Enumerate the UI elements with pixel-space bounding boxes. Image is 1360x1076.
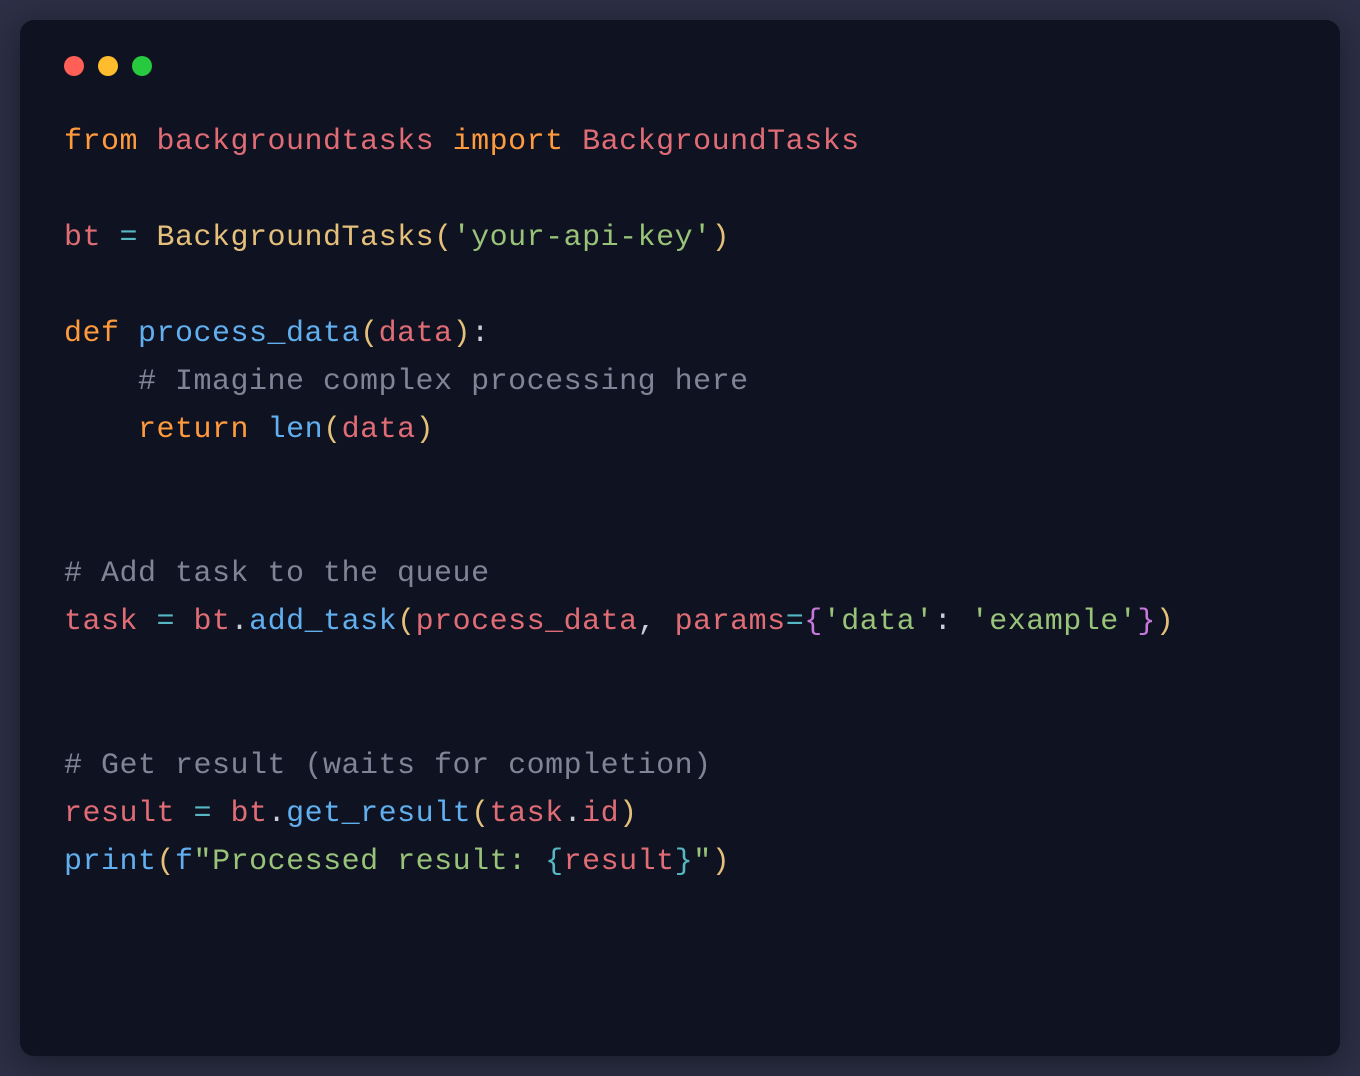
indent: [64, 413, 138, 447]
param-data: data: [379, 317, 453, 351]
module-name: backgroundtasks: [157, 125, 435, 159]
var-bt: bt: [64, 221, 101, 255]
method-get-result: get_result: [286, 797, 471, 831]
lparen: (: [471, 797, 490, 831]
dict-key: 'data': [823, 605, 934, 639]
attr-id: id: [582, 797, 619, 831]
obj-bt: bt: [231, 797, 268, 831]
keyword-import: import: [453, 125, 564, 159]
arg-data: data: [342, 413, 416, 447]
lbrace: {: [804, 605, 823, 639]
lparen: (: [360, 317, 379, 351]
rparen: ): [712, 221, 731, 255]
rparen: ): [619, 797, 638, 831]
dot: .: [564, 797, 583, 831]
line-10: # Add task to the queue: [64, 557, 490, 591]
class-call: BackgroundTasks: [157, 221, 435, 255]
line-11: task = bt.add_task(process_data, params=…: [64, 605, 1174, 639]
comment-add-task: # Add task to the queue: [64, 557, 490, 591]
rparen: ): [1156, 605, 1175, 639]
minimize-icon[interactable]: [98, 56, 118, 76]
fstring-text: Processed result:: [212, 845, 545, 879]
function-name: process_data: [138, 317, 360, 351]
assign-op: =: [138, 605, 194, 639]
arg-task: task: [490, 797, 564, 831]
keyword-return: return: [138, 413, 249, 447]
arg-process-data: process_data: [416, 605, 638, 639]
string-api-key: 'your-api-key': [453, 221, 712, 255]
line-14: # Get result (waits for completion): [64, 749, 712, 783]
dot: .: [268, 797, 287, 831]
lparen: (: [323, 413, 342, 447]
var-result: result: [64, 797, 175, 831]
lparen: (: [397, 605, 416, 639]
rparen: ): [416, 413, 435, 447]
builtin-len: len: [268, 413, 324, 447]
lparen: (: [434, 221, 453, 255]
fstring-lbrace: {: [545, 845, 564, 879]
line-7: return len(data): [64, 413, 434, 447]
lparen: (: [157, 845, 176, 879]
eq-op: =: [786, 605, 805, 639]
line-6: # Imagine complex processing here: [64, 365, 749, 399]
assign-op: =: [101, 221, 157, 255]
quote-close: ": [693, 845, 712, 879]
colon: :: [934, 605, 971, 639]
fstring-var: result: [564, 845, 675, 879]
rbrace: }: [1137, 605, 1156, 639]
assign-op: =: [175, 797, 231, 831]
comment-get-result: # Get result (waits for completion): [64, 749, 712, 783]
line-5: def process_data(data):: [64, 317, 490, 351]
code-window: from backgroundtasks import BackgroundTa…: [20, 20, 1340, 1056]
keyword-def: def: [64, 317, 120, 351]
line-3: bt = BackgroundTasks('your-api-key'): [64, 221, 730, 255]
colon: :: [471, 317, 490, 351]
var-task: task: [64, 605, 138, 639]
quote-open: ": [194, 845, 213, 879]
builtin-print: print: [64, 845, 157, 879]
indent: [64, 365, 138, 399]
method-add-task: add_task: [249, 605, 397, 639]
line-1: from backgroundtasks import BackgroundTa…: [64, 125, 860, 159]
kwarg-params: params: [675, 605, 786, 639]
maximize-icon[interactable]: [132, 56, 152, 76]
close-icon[interactable]: [64, 56, 84, 76]
line-16: print(f"Processed result: {result}"): [64, 845, 730, 879]
imported-class: BackgroundTasks: [582, 125, 860, 159]
code-block: from backgroundtasks import BackgroundTa…: [64, 118, 1296, 886]
window-controls: [64, 56, 1296, 76]
comment-processing: # Imagine complex processing here: [138, 365, 749, 399]
rparen: ): [712, 845, 731, 879]
f-prefix: f: [175, 845, 194, 879]
rparen: ): [453, 317, 472, 351]
obj-bt: bt: [194, 605, 231, 639]
fstring-rbrace: }: [675, 845, 694, 879]
comma: ,: [638, 605, 675, 639]
dict-val: 'example': [971, 605, 1138, 639]
keyword-from: from: [64, 125, 138, 159]
line-15: result = bt.get_result(task.id): [64, 797, 638, 831]
dot: .: [231, 605, 250, 639]
